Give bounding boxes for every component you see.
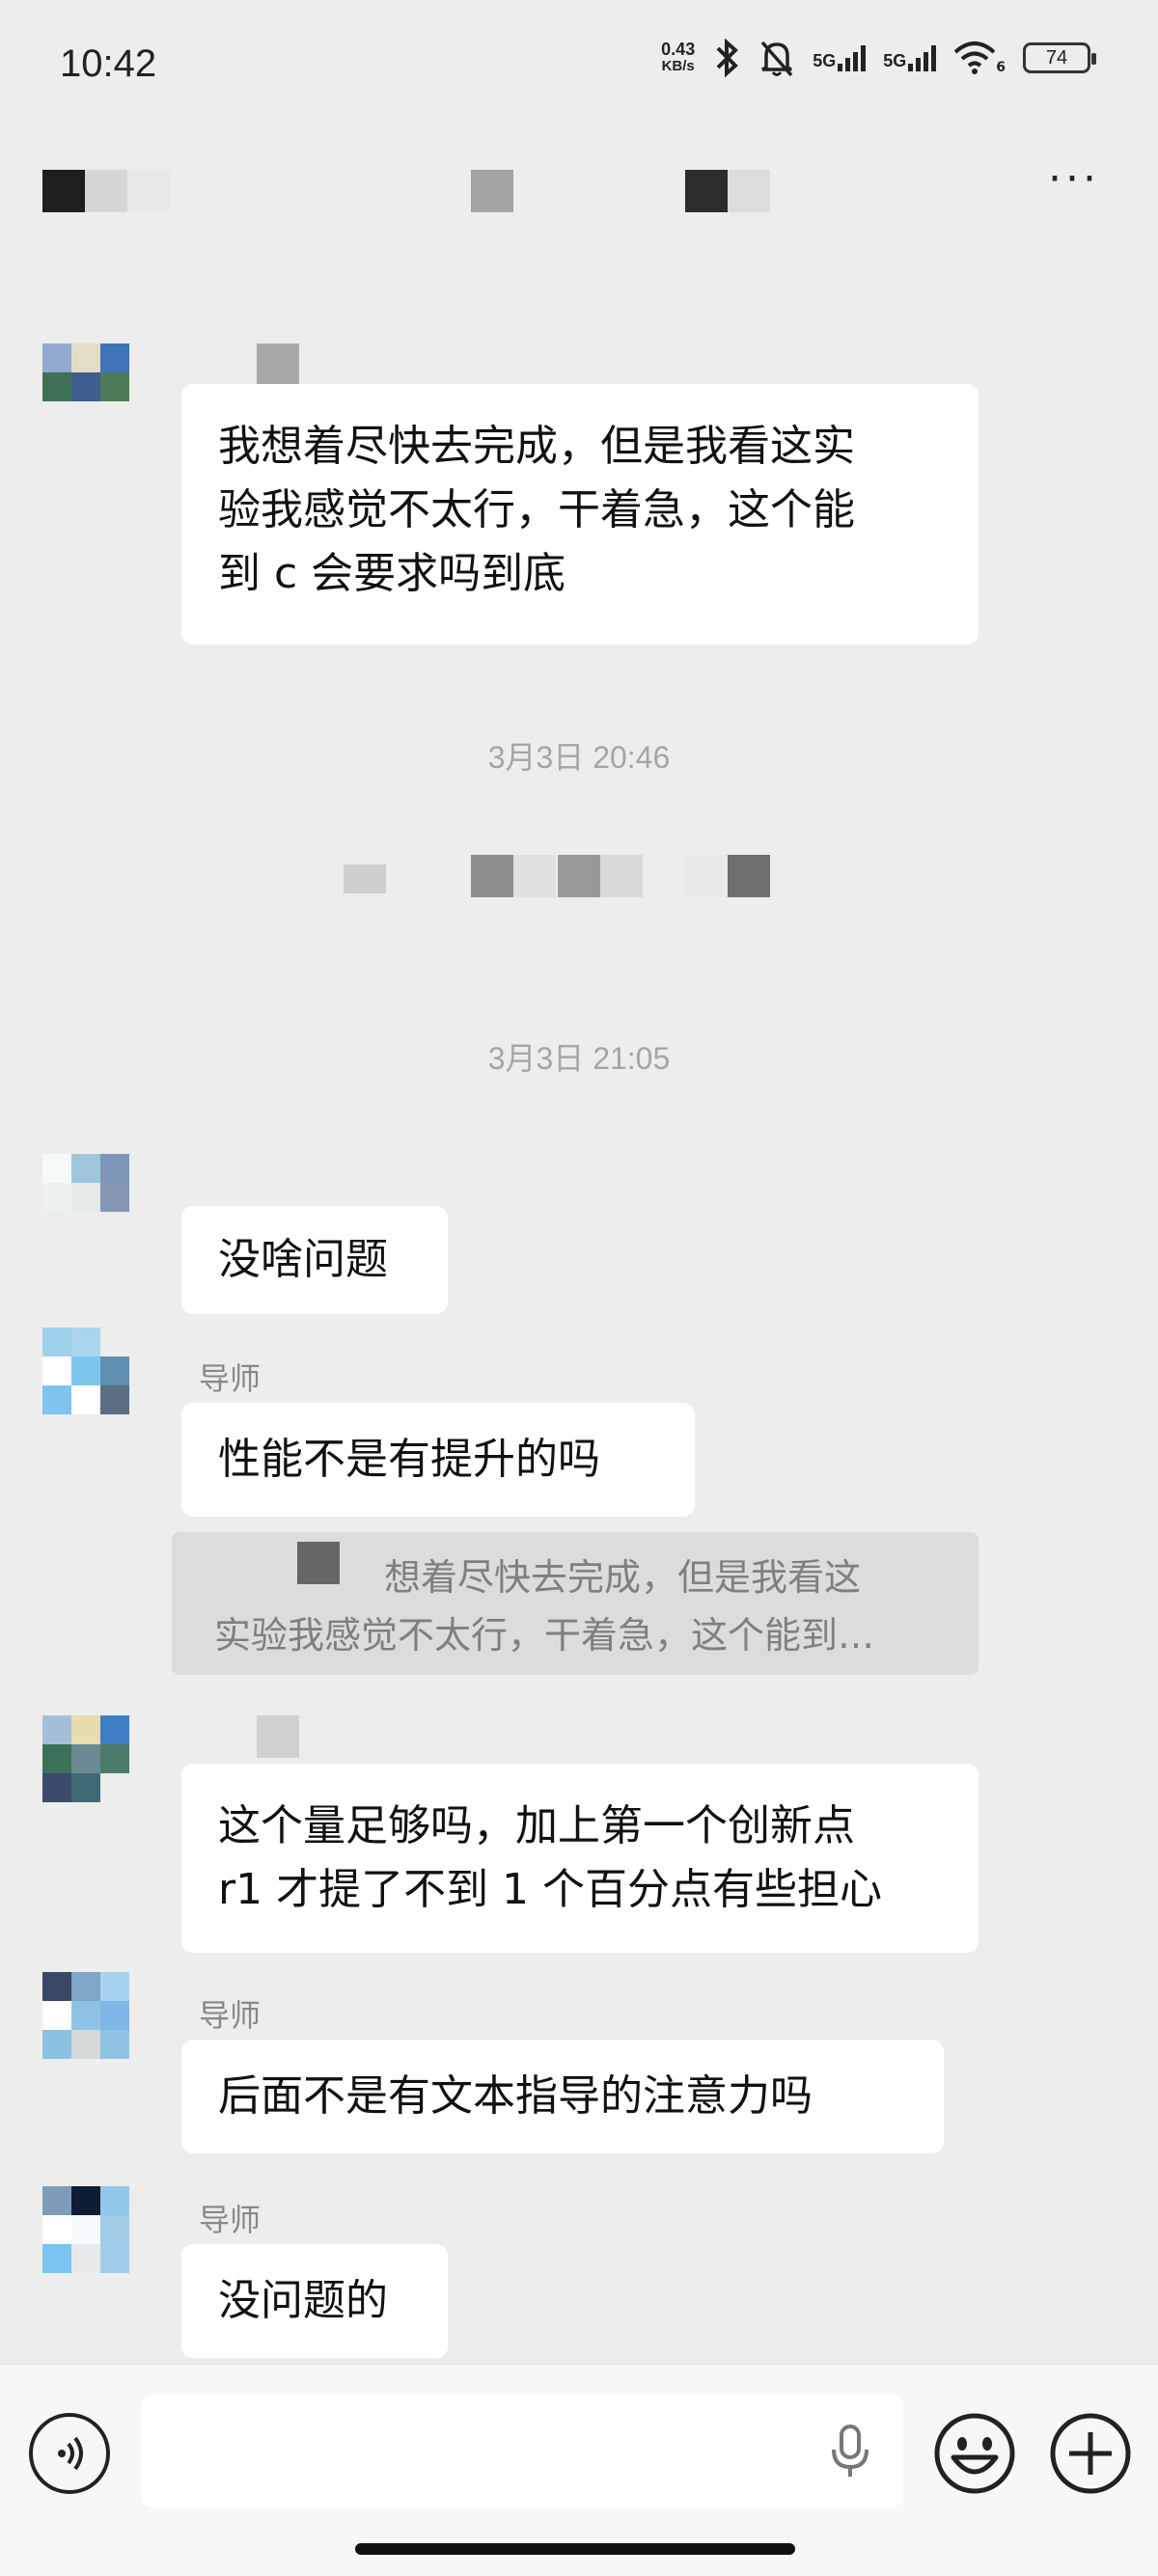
wifi-icon: [953, 41, 996, 74]
message-line: 没啥问题: [218, 1235, 388, 1284]
quote-line: 想着尽快去完成，但是我看这: [384, 1556, 862, 1599]
net-speed: 0.43 KB/s: [661, 41, 695, 75]
pixel-block: [685, 170, 728, 212]
pixel-block: [85, 170, 127, 212]
message-bubble[interactable]: 后面不是有文本指导的注意力吗: [181, 2040, 944, 2153]
message-line: 这个量足够吗，加上第一个创新点: [218, 1801, 855, 1850]
more-icon[interactable]: ···: [1048, 158, 1100, 201]
net-speed-value: 0.43: [661, 40, 696, 59]
pixel-block: [513, 855, 556, 897]
chat-header: ···: [0, 145, 1158, 241]
mic-icon[interactable]: [828, 2421, 872, 2482]
pixel-block: [728, 170, 770, 212]
status-icons: 0.43 KB/s 5G 5G 6 74: [661, 39, 1096, 77]
plus-icon[interactable]: [1048, 2411, 1133, 2496]
message-line: 性能不是有提升的吗: [218, 1435, 600, 1484]
message-bubble[interactable]: 我想着尽快去完成，但是我看这实 验我感觉不太行，干着急，这个能 到 c 会要求吗…: [181, 384, 979, 644]
message-line: 没问题的: [218, 2276, 388, 2325]
timestamp: 3月3日 20:46: [487, 740, 671, 775]
message-line: 我想着尽快去完成，但是我看这实: [218, 422, 855, 471]
system-notice-obscured: [0, 849, 1158, 907]
sender-name: 导师: [199, 2202, 262, 2238]
sender-name-obscured: [257, 1715, 299, 1758]
signal-icon-2: 5G: [883, 44, 937, 71]
pixel-block: [344, 864, 386, 893]
avatar[interactable]: [42, 2186, 129, 2273]
avatar[interactable]: [42, 1972, 129, 2059]
quoted-message[interactable]: 想着尽快去完成，但是我看这 实验我感觉不太行，干着急，这个能到…: [172, 1532, 979, 1675]
avatar[interactable]: [42, 1154, 129, 1241]
message-line: 到 c 会要求吗到底: [218, 549, 566, 598]
net-speed-unit: KB/s: [661, 58, 695, 74]
voice-button[interactable]: [29, 2413, 110, 2494]
signal1-label: 5G: [813, 51, 837, 70]
message-bubble[interactable]: 性能不是有提升的吗: [181, 1403, 695, 1517]
status-bar: 10:42 0.43 KB/s 5G 5G 6 74: [0, 0, 1158, 135]
avatar[interactable]: [42, 343, 129, 430]
pixel-block: [127, 170, 170, 212]
battery-icon: 74: [1023, 42, 1096, 73]
pixel-block: [471, 855, 513, 897]
wifi-sub: 6: [996, 60, 1006, 75]
pixel-block: [600, 855, 643, 897]
message-line: 后面不是有文本指导的注意力吗: [218, 2071, 813, 2121]
signal-icon: 5G: [813, 44, 867, 71]
avatar[interactable]: [42, 1328, 129, 1414]
sender-name: 导师: [199, 1360, 262, 1397]
pixel-block: [42, 170, 85, 212]
message-bubble[interactable]: 没问题的: [181, 2244, 448, 2358]
pixel-block: [471, 170, 513, 212]
sender-name: 导师: [199, 1997, 262, 2034]
status-time: 10:42: [60, 42, 157, 85]
message-line: r1 才提了不到 1 个百分点有些担心: [218, 1865, 883, 1914]
chat-title-obscured[interactable]: [0, 145, 868, 241]
message-input[interactable]: [141, 2394, 903, 2507]
message-bubble[interactable]: 没啥问题: [181, 1206, 448, 1314]
battery-level: 74: [1045, 46, 1068, 69]
pixel-block: [728, 855, 770, 897]
emoji-icon[interactable]: [932, 2411, 1017, 2496]
mute-bell-icon: [760, 41, 793, 77]
bluetooth-icon: [716, 39, 739, 77]
message-line: 验我感觉不太行，干着急，这个能: [218, 485, 855, 534]
home-indicator[interactable]: [355, 2543, 795, 2555]
pixel-block: [685, 855, 728, 897]
voice-icon: [58, 2436, 83, 2471]
avatar[interactable]: [42, 1715, 129, 1802]
timestamp: 3月3日 21:05: [487, 1041, 671, 1076]
quote-line: 实验我感觉不太行，干着急，这个能到…: [214, 1614, 875, 1657]
signal2-label: 5G: [883, 51, 907, 70]
sender-name-obscured: [257, 343, 299, 386]
pixel-block: [558, 855, 600, 897]
pixel-block: [297, 1542, 340, 1584]
message-bubble[interactable]: 这个量足够吗，加上第一个创新点 r1 才提了不到 1 个百分点有些担心: [181, 1764, 979, 1953]
wifi: 6: [953, 41, 1006, 75]
